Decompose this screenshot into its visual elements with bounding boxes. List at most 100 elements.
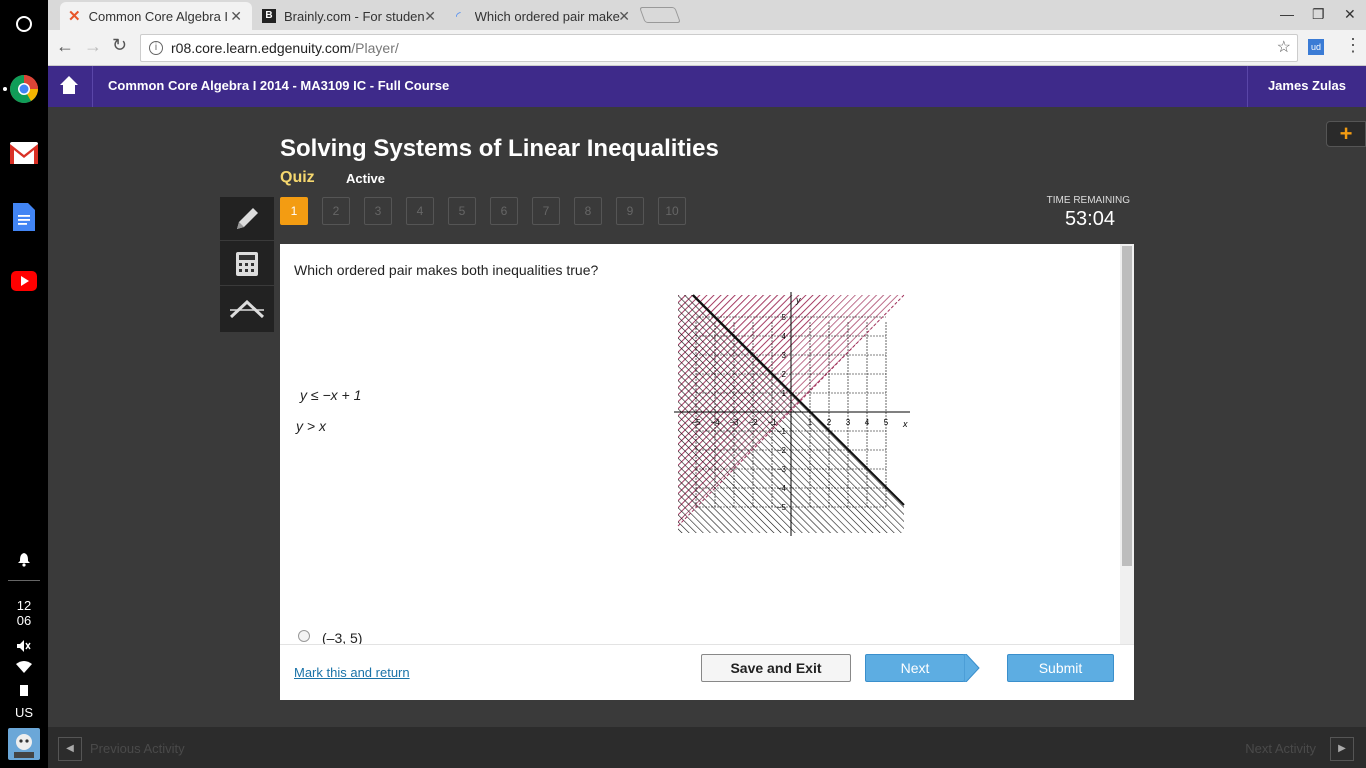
running-indicator — [3, 87, 7, 91]
close-window-icon[interactable]: ✕ — [1344, 6, 1356, 23]
battery-icon[interactable] — [0, 684, 48, 699]
expand-plus-button[interactable]: + — [1326, 121, 1366, 147]
os-shelf: 12 06 US — [0, 0, 48, 768]
x-tick: 1 — [808, 418, 813, 427]
question-4-button[interactable]: 4 — [406, 197, 434, 225]
shelf-divider — [8, 580, 40, 581]
y-tick: 2 — [782, 370, 787, 379]
inequality-2: y > x — [296, 418, 326, 434]
brainly-favicon-icon: B — [262, 9, 276, 23]
extension-icon[interactable]: ud — [1308, 39, 1324, 55]
next-button[interactable]: Next — [865, 654, 965, 682]
lesson-title: Solving Systems of Linear Inequalities — [280, 135, 719, 162]
clock-hour[interactable]: 12 — [0, 598, 48, 613]
y-tick: −5 — [777, 503, 787, 512]
next-activity-label[interactable]: Next Activity — [1245, 741, 1316, 756]
question-5-button[interactable]: 5 — [448, 197, 476, 225]
info-icon[interactable]: i — [149, 41, 163, 55]
previous-activity-label[interactable]: Previous Activity — [90, 741, 185, 756]
mute-icon[interactable] — [0, 640, 48, 655]
question-9-button[interactable]: 9 — [616, 197, 644, 225]
inequality-graph: x y −5 −4 −3 −2 −1 1 2 3 4 5 5 4 3 2 1 −… — [674, 292, 910, 536]
wifi-icon[interactable] — [0, 661, 48, 676]
next-arrow-icon[interactable] — [964, 654, 980, 682]
edgenuity-favicon-icon: ✕ — [68, 8, 81, 25]
reload-icon[interactable]: ↻ — [112, 35, 127, 56]
tab-common-core[interactable]: ✕ Common Core Algebra I ✕ — [60, 2, 252, 30]
scrollbar-thumb[interactable] — [1122, 246, 1132, 566]
user-avatar[interactable] — [8, 728, 40, 760]
url-path: /Player/ — [351, 40, 399, 56]
y-tick: 4 — [782, 332, 787, 341]
tab-label: Common Core Algebra I — [88, 8, 229, 24]
close-tab-icon[interactable]: ✕ — [424, 8, 436, 25]
pencil-tool[interactable] — [220, 197, 274, 241]
save-and-exit-button[interactable]: Save and Exit — [701, 654, 851, 682]
tab-brainly[interactable]: B Brainly.com - For studen ✕ — [254, 2, 446, 30]
x-tick: 2 — [827, 418, 832, 427]
docs-icon[interactable] — [9, 202, 39, 232]
question-7-button[interactable]: 7 — [532, 197, 560, 225]
back-icon[interactable]: ← — [56, 36, 74, 57]
browser-toolbar: ← → ↻ i r08.core.learn.edgenuity.com/Pla… — [48, 30, 1366, 66]
y-tick: 5 — [782, 313, 787, 322]
minimize-icon[interactable]: — — [1280, 6, 1294, 22]
clock-minute[interactable]: 06 — [0, 613, 48, 628]
x-tick: −4 — [710, 418, 720, 427]
launcher-icon[interactable] — [9, 9, 39, 39]
x-tick: −3 — [729, 418, 739, 427]
user-name[interactable]: James Zulas — [1268, 78, 1346, 93]
activity-type: Quiz — [280, 169, 315, 186]
y-tick: −4 — [777, 484, 787, 493]
x-axis-label: x — [902, 419, 908, 429]
x-tick: −5 — [691, 418, 701, 427]
bookmark-star-icon[interactable]: ☆ — [1277, 35, 1291, 61]
tab-which-ordered-pair[interactable]: ◜ Which ordered pair make ✕ — [448, 2, 640, 30]
gmail-icon[interactable] — [9, 138, 39, 168]
question-3-button[interactable]: 3 — [364, 197, 392, 225]
notification-bell-icon[interactable] — [0, 553, 48, 570]
close-tab-icon[interactable]: ✕ — [230, 8, 242, 25]
y-tick: −2 — [777, 446, 787, 455]
question-8-button[interactable]: 8 — [574, 197, 602, 225]
tab-label: Which ordered pair make — [474, 8, 620, 24]
time-remaining-value: 53:04 — [1064, 208, 1115, 230]
restore-icon[interactable]: ❐ — [1312, 6, 1325, 23]
panel-scrollbar[interactable] — [1120, 244, 1134, 644]
header-divider — [1247, 66, 1248, 107]
tool-palette — [220, 197, 274, 332]
previous-activity-button[interactable]: ◀ — [58, 737, 82, 761]
youtube-icon[interactable] — [9, 266, 39, 296]
new-tab-button[interactable] — [639, 7, 681, 23]
close-tab-icon[interactable]: ✕ — [618, 8, 630, 25]
question-10-button[interactable]: 10 — [658, 197, 686, 225]
y-tick: −1 — [777, 427, 787, 436]
graph-tool[interactable] — [220, 287, 274, 331]
chrome-icon[interactable] — [9, 74, 39, 104]
y-tick: −3 — [777, 465, 787, 474]
menu-kebab-icon[interactable]: ⋮ — [1344, 35, 1362, 56]
calculator-tool[interactable] — [220, 242, 274, 286]
pencil-icon — [237, 207, 258, 229]
locale-indicator[interactable]: US — [0, 705, 48, 720]
x-tick: 3 — [846, 418, 851, 427]
address-bar[interactable]: i r08.core.learn.edgenuity.com/Player/ ☆ — [140, 34, 1298, 62]
home-icon[interactable] — [60, 76, 78, 99]
mark-and-return-link[interactable]: Mark this and return — [294, 665, 410, 680]
question-6-button[interactable]: 6 — [490, 197, 518, 225]
loading-favicon-icon: ◜ — [456, 9, 461, 23]
activity-nav-bar: ◀ Previous Activity Next Activity ▶ — [48, 727, 1366, 768]
activity-status: Active — [346, 171, 386, 186]
graph-curve-icon — [230, 300, 264, 318]
question-2-button[interactable]: 2 — [322, 197, 350, 225]
question-1-button[interactable]: 1 — [280, 197, 308, 225]
forward-icon[interactable]: → — [84, 36, 102, 57]
x-tick: −1 — [767, 418, 777, 427]
course-title: Common Core Algebra I 2014 - MA3109 IC -… — [108, 78, 450, 93]
question-prompt: Which ordered pair makes both inequaliti… — [294, 262, 599, 278]
x-tick: 5 — [884, 418, 889, 427]
next-activity-button[interactable]: ▶ — [1330, 737, 1354, 761]
submit-button[interactable]: Submit — [1007, 654, 1114, 682]
choice-1-radio[interactable] — [298, 630, 310, 642]
x-tick: −2 — [748, 418, 758, 427]
